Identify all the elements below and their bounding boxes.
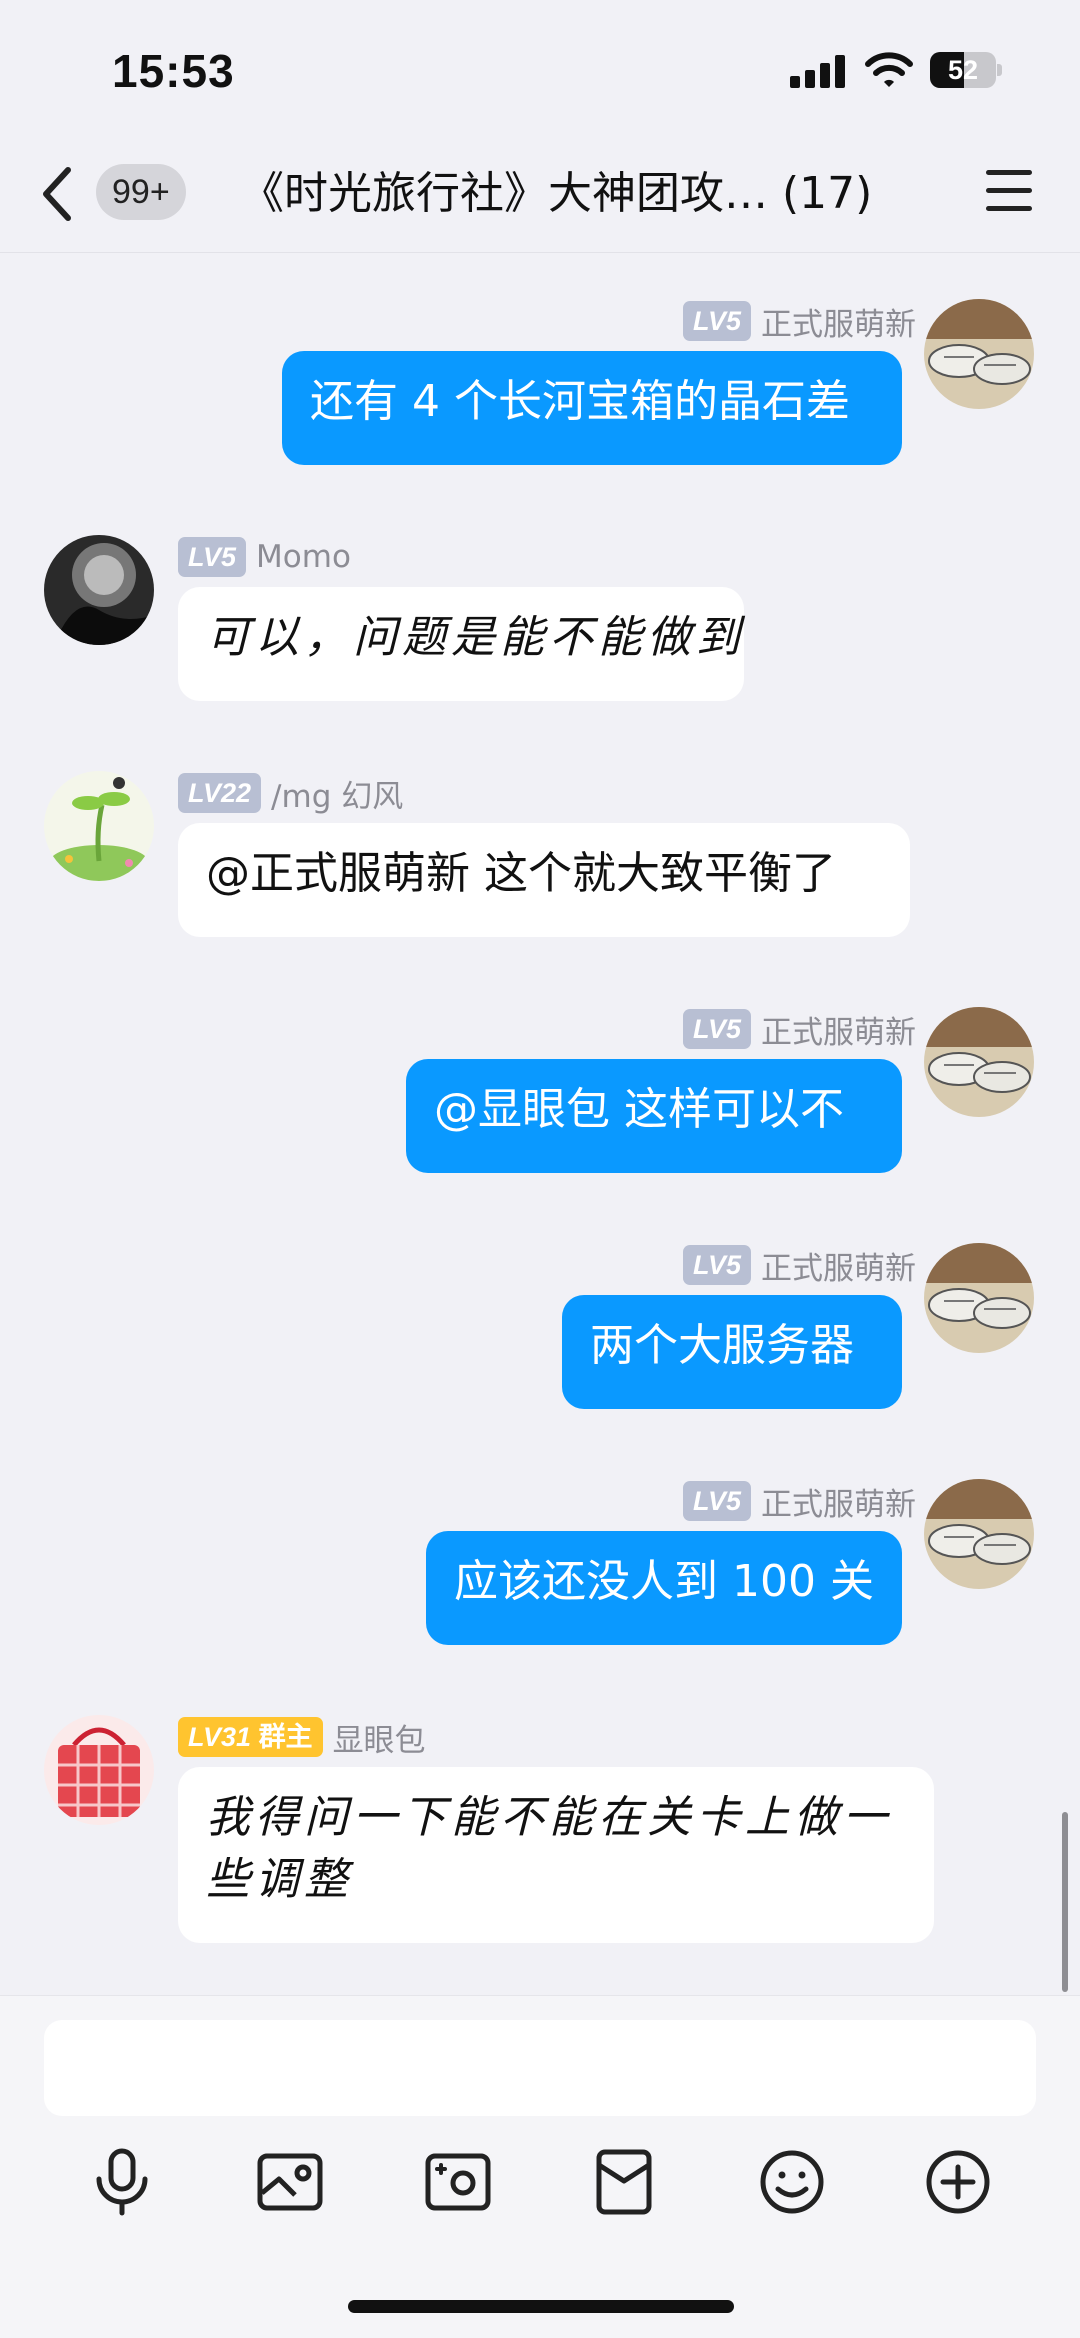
microphone-icon[interactable] bbox=[82, 2142, 162, 2222]
message-meta: LV22 /mg 幻风 bbox=[178, 771, 403, 815]
message-meta: LV5 正式服萌新 bbox=[682, 1479, 916, 1524]
sneakers-avatar[interactable] bbox=[924, 1007, 1034, 1117]
message-bubble[interactable]: 还有 4 个长河宝箱的晶石差 bbox=[282, 351, 902, 465]
message-list[interactable]: LV5 正式服萌新 还有 4 个长河宝箱的晶石差 LV5 Momo 可以，问题是… bbox=[0, 253, 1080, 1993]
sender-name[interactable]: Momo bbox=[256, 539, 351, 575]
battery-icon: 52 bbox=[930, 52, 1002, 88]
chevron-left-icon[interactable] bbox=[38, 164, 78, 224]
input-panel bbox=[0, 1995, 1080, 2338]
level-badge: LV22 bbox=[178, 773, 262, 813]
sneakers-avatar[interactable] bbox=[924, 1243, 1034, 1353]
level-badge: LV5 bbox=[682, 1245, 751, 1285]
message-meta: LV5 正式服萌新 bbox=[682, 299, 916, 344]
sender-name[interactable]: 显眼包 bbox=[333, 1715, 426, 1760]
cellular-signal-icon bbox=[790, 54, 846, 88]
level-badge: LV5 bbox=[682, 1009, 751, 1049]
unread-count-badge[interactable]: 99+ bbox=[96, 164, 186, 220]
home-indicator[interactable] bbox=[348, 2300, 734, 2313]
sender-name[interactable]: /mg 幻风 bbox=[271, 771, 403, 816]
message-meta: LV5 Momo bbox=[178, 535, 351, 579]
status-time: 15:53 bbox=[112, 45, 235, 97]
sneakers-avatar[interactable] bbox=[924, 299, 1034, 409]
level-badge: LV5 bbox=[682, 301, 751, 341]
plus-icon[interactable] bbox=[918, 2142, 998, 2222]
chat-header: 99+ 《时光旅行社》大神团攻… (17) bbox=[0, 140, 1080, 253]
message-input[interactable] bbox=[44, 2020, 1036, 2116]
wifi-icon bbox=[864, 50, 914, 90]
sender-name[interactable]: 正式服萌新 bbox=[761, 1479, 916, 1524]
message-bubble[interactable]: 我得问一下能不能在关卡上做一些调整 bbox=[178, 1767, 934, 1943]
red-packet-icon[interactable] bbox=[584, 2142, 664, 2222]
battery-level: 52 bbox=[947, 55, 979, 85]
message-bubble[interactable]: @正式服萌新 这个就大致平衡了 bbox=[178, 823, 910, 937]
sneakers-avatar[interactable] bbox=[924, 1479, 1034, 1589]
owner-level-badge: LV31 群主 bbox=[178, 1717, 323, 1757]
level-value: LV31 bbox=[188, 1722, 252, 1752]
hamburger-menu-icon[interactable] bbox=[986, 170, 1032, 212]
image-icon[interactable] bbox=[250, 2142, 330, 2222]
gift-bag-avatar[interactable] bbox=[44, 1715, 154, 1825]
sender-name[interactable]: 正式服萌新 bbox=[761, 1243, 916, 1288]
dark-silhouette-avatar[interactable] bbox=[44, 535, 154, 645]
message-meta: LV5 正式服萌新 bbox=[682, 1007, 916, 1052]
scroll-indicator[interactable] bbox=[1062, 1812, 1068, 1992]
message-meta: LV5 正式服萌新 bbox=[682, 1243, 916, 1288]
message-bubble[interactable]: 应该还没人到 100 关 bbox=[426, 1531, 902, 1645]
level-badge: LV5 bbox=[178, 537, 247, 577]
camera-icon[interactable] bbox=[418, 2142, 498, 2222]
sender-name[interactable]: 正式服萌新 bbox=[761, 1007, 916, 1052]
message-meta: LV31 群主 显眼包 bbox=[178, 1715, 426, 1759]
message-bubble[interactable]: 两个大服务器 bbox=[562, 1295, 902, 1409]
message-bubble[interactable]: 可以，问题是能不能做到 bbox=[178, 587, 744, 701]
level-badge: LV5 bbox=[682, 1481, 751, 1521]
sprout-avatar[interactable] bbox=[44, 771, 154, 881]
chat-title[interactable]: 《时光旅行社》大神团攻… (17) bbox=[240, 162, 920, 226]
message-bubble[interactable]: @显眼包 这样可以不 bbox=[406, 1059, 902, 1173]
emoji-icon[interactable] bbox=[752, 2142, 832, 2222]
group-owner-tag: 群主 bbox=[258, 1722, 313, 1752]
status-bar: 15:53 52 bbox=[0, 0, 1080, 140]
sender-name[interactable]: 正式服萌新 bbox=[761, 299, 916, 344]
